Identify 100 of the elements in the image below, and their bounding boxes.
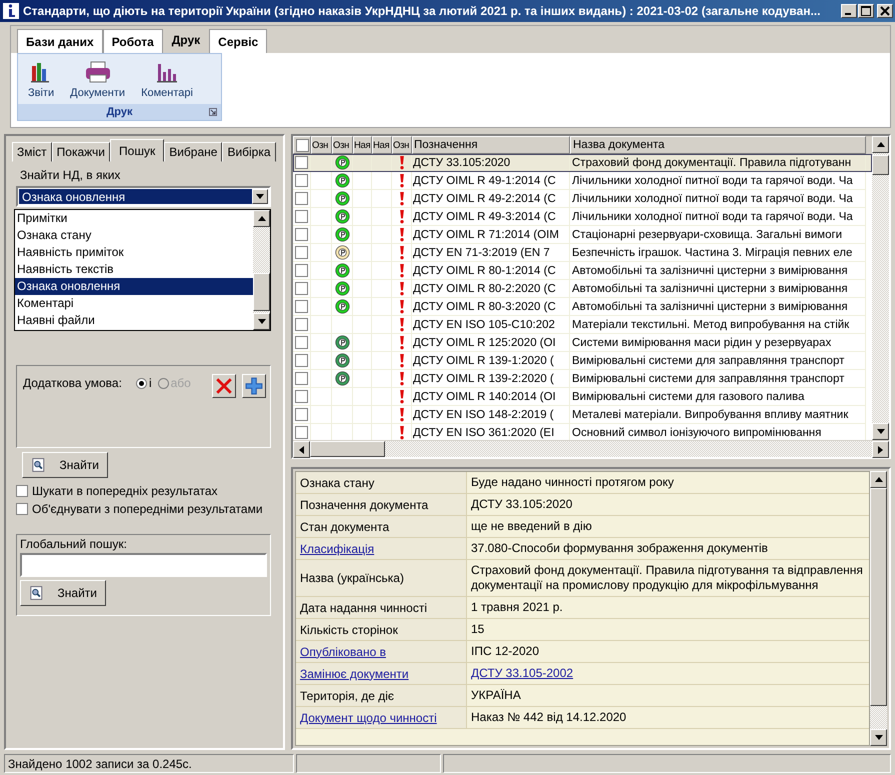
field-link[interactable]: Опубліковано в: [296, 641, 467, 662]
table-cell: ДСТУ OIML R 140:2014 (OI: [412, 388, 570, 406]
table-cell: Металеві матеріали. Випробування впливу маятник: [570, 406, 866, 424]
scroll-thumb[interactable]: [872, 155, 889, 175]
table-row[interactable]: ДСТУ OIML R 80-2:2020 (С Автомобільні та залізничні цистерни з вимірювання: [293, 280, 872, 298]
panel-tab[interactable]: Покажчи: [52, 142, 110, 162]
row-checkbox[interactable]: [295, 354, 308, 367]
column-header[interactable]: Озн: [332, 136, 353, 154]
ribbon-button[interactable]: Звіти: [22, 58, 60, 104]
row-checkbox[interactable]: [295, 246, 308, 259]
scroll-thumb[interactable]: [310, 441, 385, 457]
ribbon-tab[interactable]: Сервіс: [209, 29, 268, 53]
dropdown-item[interactable]: Наявність текстів: [15, 261, 253, 278]
exclamation-icon: [398, 263, 404, 278]
criteria-dropdown[interactable]: Ознака оновлення: [16, 186, 271, 207]
close-button[interactable]: [877, 4, 893, 18]
table-row[interactable]: ДСТУ OIML R 49-2:2014 (С Лічильники холодної питної води та гарячої води. Ча: [293, 190, 872, 208]
table-cell: ДСТУ OIML R 71:2014 (OIM: [412, 226, 570, 244]
field-label: Ознака стану: [296, 472, 467, 493]
scrollbar[interactable]: [293, 440, 889, 457]
scrollbar[interactable]: [253, 210, 270, 330]
scrollbar[interactable]: [870, 471, 887, 746]
minimize-button[interactable]: [841, 4, 857, 18]
table-row[interactable]: ДСТУ 33.105:2020 Страховий фонд документації. Правила підготуванн: [293, 154, 872, 172]
table-cell: ДСТУ OIML R 139-1:2020 (: [412, 352, 570, 370]
scroll-thumb[interactable]: [870, 488, 887, 706]
table-row[interactable]: ДСТУ OIML R 125:2020 (OI Системи вимірювання маси рідин у резервуарах: [293, 334, 872, 352]
scrollbar[interactable]: [872, 136, 889, 440]
radio-option[interactable]: і: [136, 374, 152, 390]
row-checkbox[interactable]: [295, 282, 308, 295]
table-row[interactable]: ДСТУ EN ISO 105-C10:202 Матеріали текстильні. Метод випробування на стійк: [293, 316, 872, 334]
add-button[interactable]: [242, 374, 266, 398]
global-search-field[interactable]: [20, 553, 267, 577]
row-checkbox[interactable]: [295, 156, 308, 169]
select-all-checkbox[interactable]: [296, 138, 308, 152]
column-header[interactable]: Ная: [372, 136, 392, 154]
row-checkbox[interactable]: [295, 390, 308, 403]
column-header[interactable]: Назва документа: [570, 136, 866, 154]
dropdown-item[interactable]: Примітки: [15, 210, 253, 227]
checkbox[interactable]: Шукати в попередніх результатах: [16, 482, 271, 500]
checkbox[interactable]: Об'єднувати з попередніми результатами: [16, 500, 271, 518]
column-header[interactable]: Позначення: [412, 136, 570, 154]
table-cell: ДСТУ OIML R 80-2:2020 (С: [412, 280, 570, 298]
row-checkbox[interactable]: [295, 174, 308, 187]
scroll-thumb[interactable]: [253, 273, 270, 311]
panel-tab[interactable]: Зміст: [12, 142, 52, 162]
maximize-button[interactable]: [858, 4, 874, 18]
field-value: ІПС 12-2020: [470, 643, 540, 660]
dialog-launcher-icon[interactable]: [209, 108, 217, 116]
ribbon-button[interactable]: Коментарі: [135, 58, 199, 104]
dropdown-item[interactable]: Наявні файли: [15, 312, 253, 329]
row-checkbox[interactable]: [295, 228, 308, 241]
exclamation-icon: [398, 191, 404, 206]
ribbon-tab[interactable]: Робота: [102, 29, 163, 53]
find-button[interactable]: Знайти: [22, 452, 108, 478]
table-row[interactable]: ДСТУ OIML R 80-1:2014 (С Автомобільні та залізничні цистерни з вимірювання: [293, 262, 872, 280]
exclamation-icon: [398, 353, 404, 368]
field-link[interactable]: Замінює документи: [296, 663, 467, 684]
table-row[interactable]: ДСТУ OIML R 49-3:2014 (С Лічильники холодної питної води та гарячої води. Ча: [293, 208, 872, 226]
exclamation-icon: [398, 299, 404, 314]
find-button[interactable]: Знайти: [20, 580, 106, 606]
table-row[interactable]: ДСТУ EN ISO 148-2:2019 ( Металеві матеріали. Випробування впливу маятник: [293, 406, 872, 424]
panel-tab[interactable]: Вибране: [164, 142, 222, 162]
dropdown-item[interactable]: Коментарі: [15, 295, 253, 312]
dropdown-item[interactable]: Ознака оновлення: [15, 278, 253, 295]
ribbon-button[interactable]: Документи: [64, 58, 132, 104]
scroll-left-icon: [299, 446, 304, 454]
row-checkbox[interactable]: [295, 408, 308, 421]
dropdown-item[interactable]: Ознака стану: [15, 227, 253, 244]
row-checkbox[interactable]: [295, 210, 308, 223]
row-checkbox[interactable]: [295, 318, 308, 331]
table-row[interactable]: ДСТУ OIML R 80-3:2020 (С Автомобільні та залізничні цистерни з вимірювання: [293, 298, 872, 316]
group-label: Друк: [106, 106, 133, 118]
row-checkbox[interactable]: [295, 192, 308, 205]
table-row[interactable]: ДСТУ OIML R 71:2014 (OIM Стаціонарні резервуари-сховища. Загальні вимоги: [293, 226, 872, 244]
field-link[interactable]: Документ щодо чинності: [296, 707, 467, 728]
row-checkbox[interactable]: [295, 372, 308, 385]
row-checkbox[interactable]: [295, 264, 308, 277]
row-checkbox[interactable]: [295, 336, 308, 349]
field-link[interactable]: Класифікація: [296, 538, 467, 559]
ribbon-tab[interactable]: Бази даних: [17, 29, 103, 53]
column-header[interactable]: Озн: [392, 136, 412, 154]
field-value: Страховий фонд документації. Правила підготування та відправлення документації на промислову продукцію для мікрофільмування: [470, 562, 864, 594]
panel-tab[interactable]: Пошук: [110, 139, 164, 162]
table-row[interactable]: ДСТУ OIML R 140:2014 (OI Вимірювальні системи для газового палива: [293, 388, 872, 406]
table-row[interactable]: ДСТУ OIML R 49-1:2014 (С Лічильники холодної питної води та гарячої води. Ча: [293, 172, 872, 190]
field-value: ДСТУ 33.105:2020: [470, 496, 574, 513]
dropdown-item[interactable]: Наявність приміток: [15, 244, 253, 261]
row-checkbox[interactable]: [295, 300, 308, 313]
exclamation-icon: [398, 173, 404, 188]
column-header[interactable]: Озн: [311, 136, 332, 154]
table-cell: ДСТУ OIML R 49-3:2014 (С: [412, 208, 570, 226]
delete-button[interactable]: [212, 374, 236, 398]
row-checkbox[interactable]: [295, 426, 308, 439]
table-row[interactable]: ДСТУ OIML R 139-1:2020 ( Вимірювальні системи для заправляння транспорт: [293, 352, 872, 370]
table-row[interactable]: ДСТУ EN 71-3:2019 (EN 7 Безпечність іграшок. Частина 3. Міграція певних еле: [293, 244, 872, 262]
panel-tab[interactable]: Вибірка: [222, 142, 276, 162]
value-link[interactable]: ДСТУ 33.105-2002: [467, 663, 869, 684]
column-header[interactable]: Ная: [353, 136, 372, 154]
table-row[interactable]: ДСТУ OIML R 139-2:2020 ( Вимірювальні системи для заправляння транспорт: [293, 370, 872, 388]
